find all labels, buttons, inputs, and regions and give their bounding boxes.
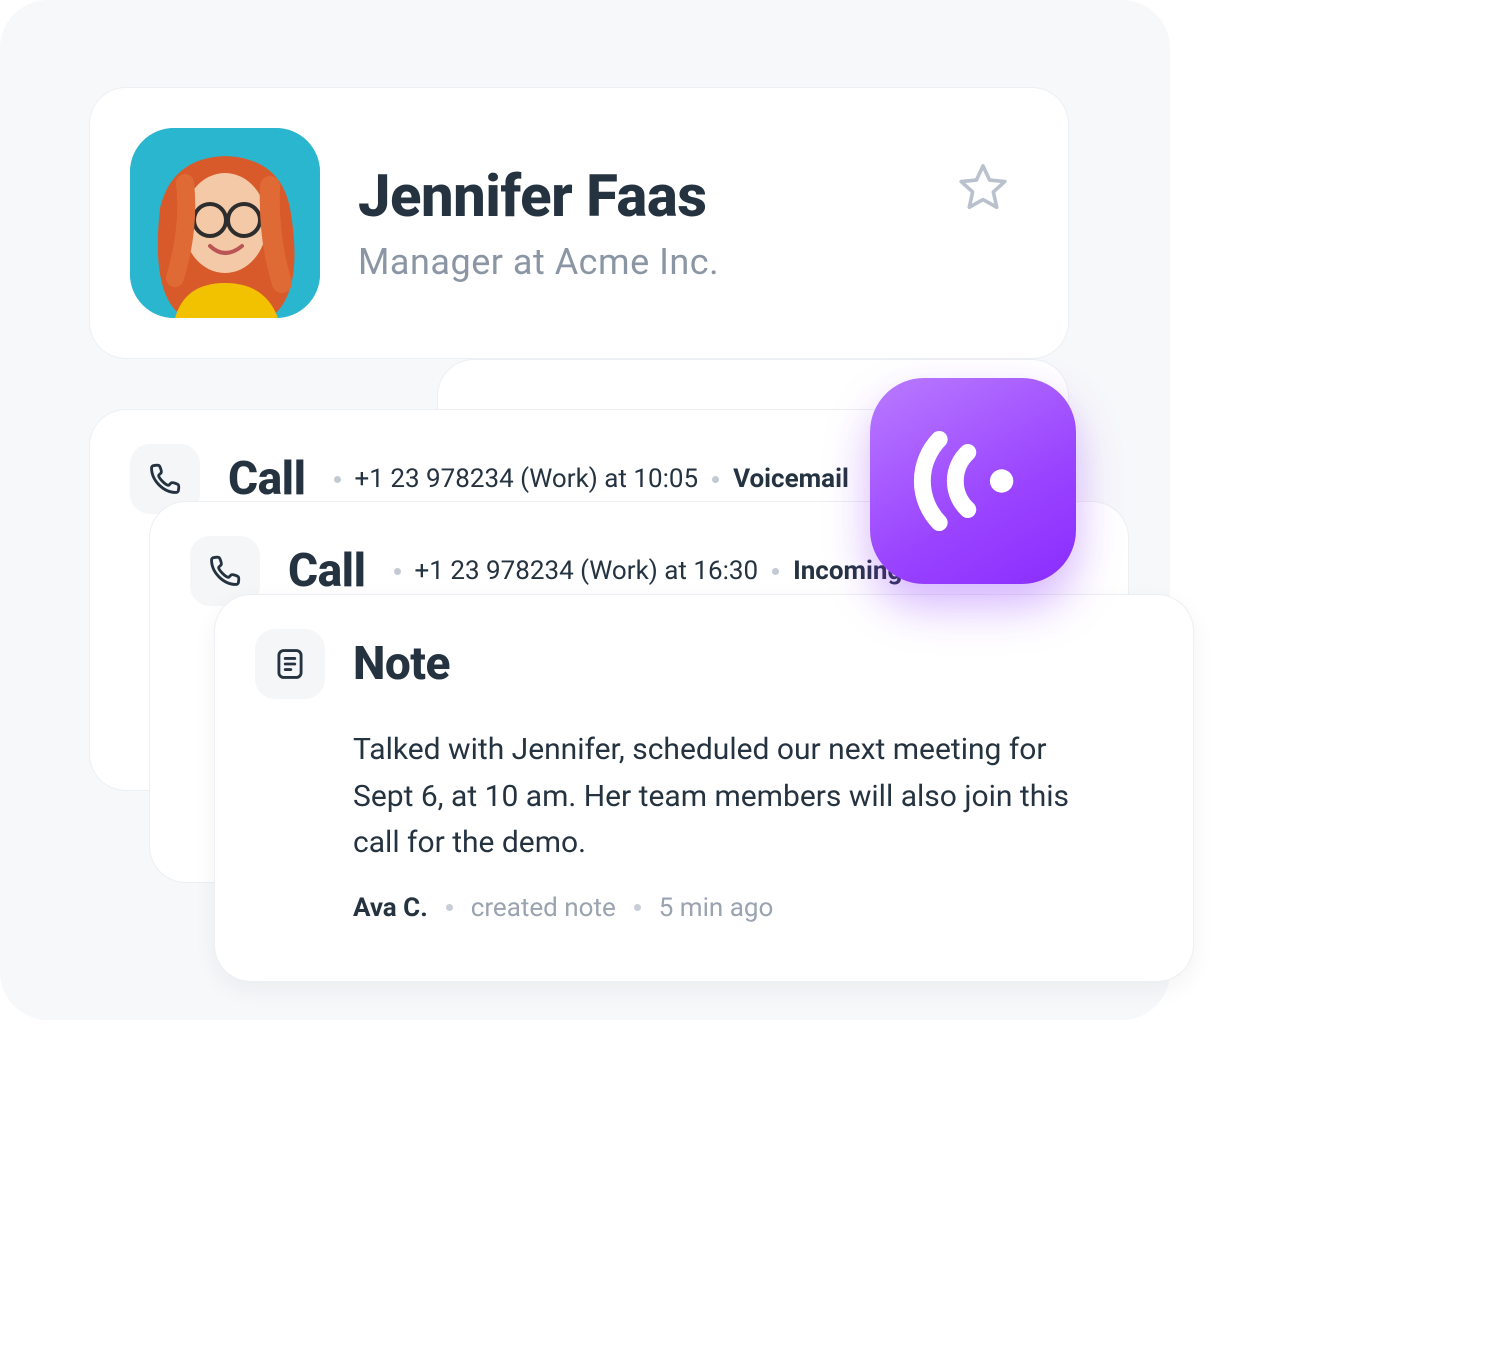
star-icon [956,160,1010,214]
contact-title: Manager at Acme Inc. [358,241,719,283]
activity-meta: +1 23 978234 (Work) at 10:05 Voicemail [334,464,849,494]
note-icon [271,645,309,683]
note-icon-tile [255,629,325,699]
activity-meta: +1 23 978234 (Work) at 16:30 Incoming ca… [394,556,951,586]
broadcast-icon [908,416,1038,546]
note-action: created note [471,893,616,923]
activity-heading: Call [288,544,366,598]
stage: Jennifer Faas Manager at Acme Inc. Call … [0,0,1170,1020]
note-footer: Ava C. created note 5 min ago [353,893,1153,923]
note-heading: Note [353,637,450,691]
note-time: 5 min ago [659,893,774,923]
activity-status: Voicemail [733,464,849,494]
favorite-button[interactable] [956,160,1010,214]
activity-number: +1 23 978234 (Work) at 16:30 [415,556,759,586]
activity-card-note[interactable]: Note Talked with Jennifer, scheduled our… [215,595,1193,981]
activity-number: +1 23 978234 (Work) at 10:05 [355,464,699,494]
app-badge[interactable] [870,378,1076,584]
contact-card: Jennifer Faas Manager at Acme Inc. [90,88,1068,358]
phone-icon [206,552,244,590]
avatar[interactable] [130,128,320,318]
note-author: Ava C. [353,893,428,923]
activity-heading: Call [228,452,306,506]
phone-icon [146,460,184,498]
note-body: Talked with Jennifer, scheduled our next… [353,727,1113,867]
contact-name: Jennifer Faas [358,163,719,231]
